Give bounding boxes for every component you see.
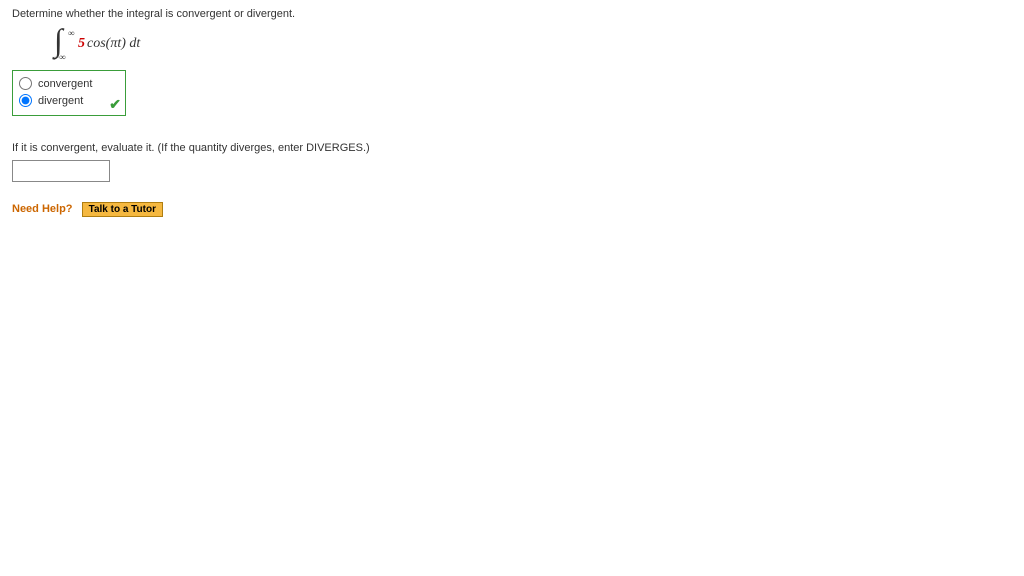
integrand-coef: 5 bbox=[78, 36, 85, 51]
integral-sign: ∫ ∞ −∞ bbox=[50, 28, 74, 60]
integrand-rest: cos(πt) dt bbox=[87, 36, 140, 51]
integral-lower-limit: −∞ bbox=[54, 52, 66, 62]
correct-check-icon: ✔ bbox=[109, 96, 121, 113]
integral-expression: ∫ ∞ −∞ 5cos(πt) dt bbox=[50, 28, 1012, 60]
option-convergent[interactable]: convergent bbox=[19, 77, 115, 90]
need-help-label: Need Help? bbox=[12, 203, 73, 215]
followup-prompt: If it is convergent, evaluate it. (If th… bbox=[12, 142, 1012, 154]
evaluate-input[interactable] bbox=[12, 160, 110, 182]
talk-to-tutor-button[interactable]: Talk to a Tutor bbox=[82, 202, 163, 217]
need-help-row: Need Help? Talk to a Tutor bbox=[12, 202, 1012, 217]
integrand: 5cos(πt) dt bbox=[78, 36, 140, 52]
option-label: convergent bbox=[38, 78, 92, 90]
integral-upper-limit: ∞ bbox=[68, 28, 74, 38]
option-label: divergent bbox=[38, 95, 83, 107]
radio-convergent[interactable] bbox=[19, 77, 32, 90]
integral-symbol: ∫ bbox=[54, 26, 63, 54]
followup-section: If it is convergent, evaluate it. (If th… bbox=[12, 142, 1012, 182]
question-prompt: Determine whether the integral is conver… bbox=[12, 8, 1012, 20]
option-divergent[interactable]: divergent bbox=[19, 94, 115, 107]
answer-options-box: convergent divergent ✔ bbox=[12, 70, 126, 116]
radio-divergent[interactable] bbox=[19, 94, 32, 107]
